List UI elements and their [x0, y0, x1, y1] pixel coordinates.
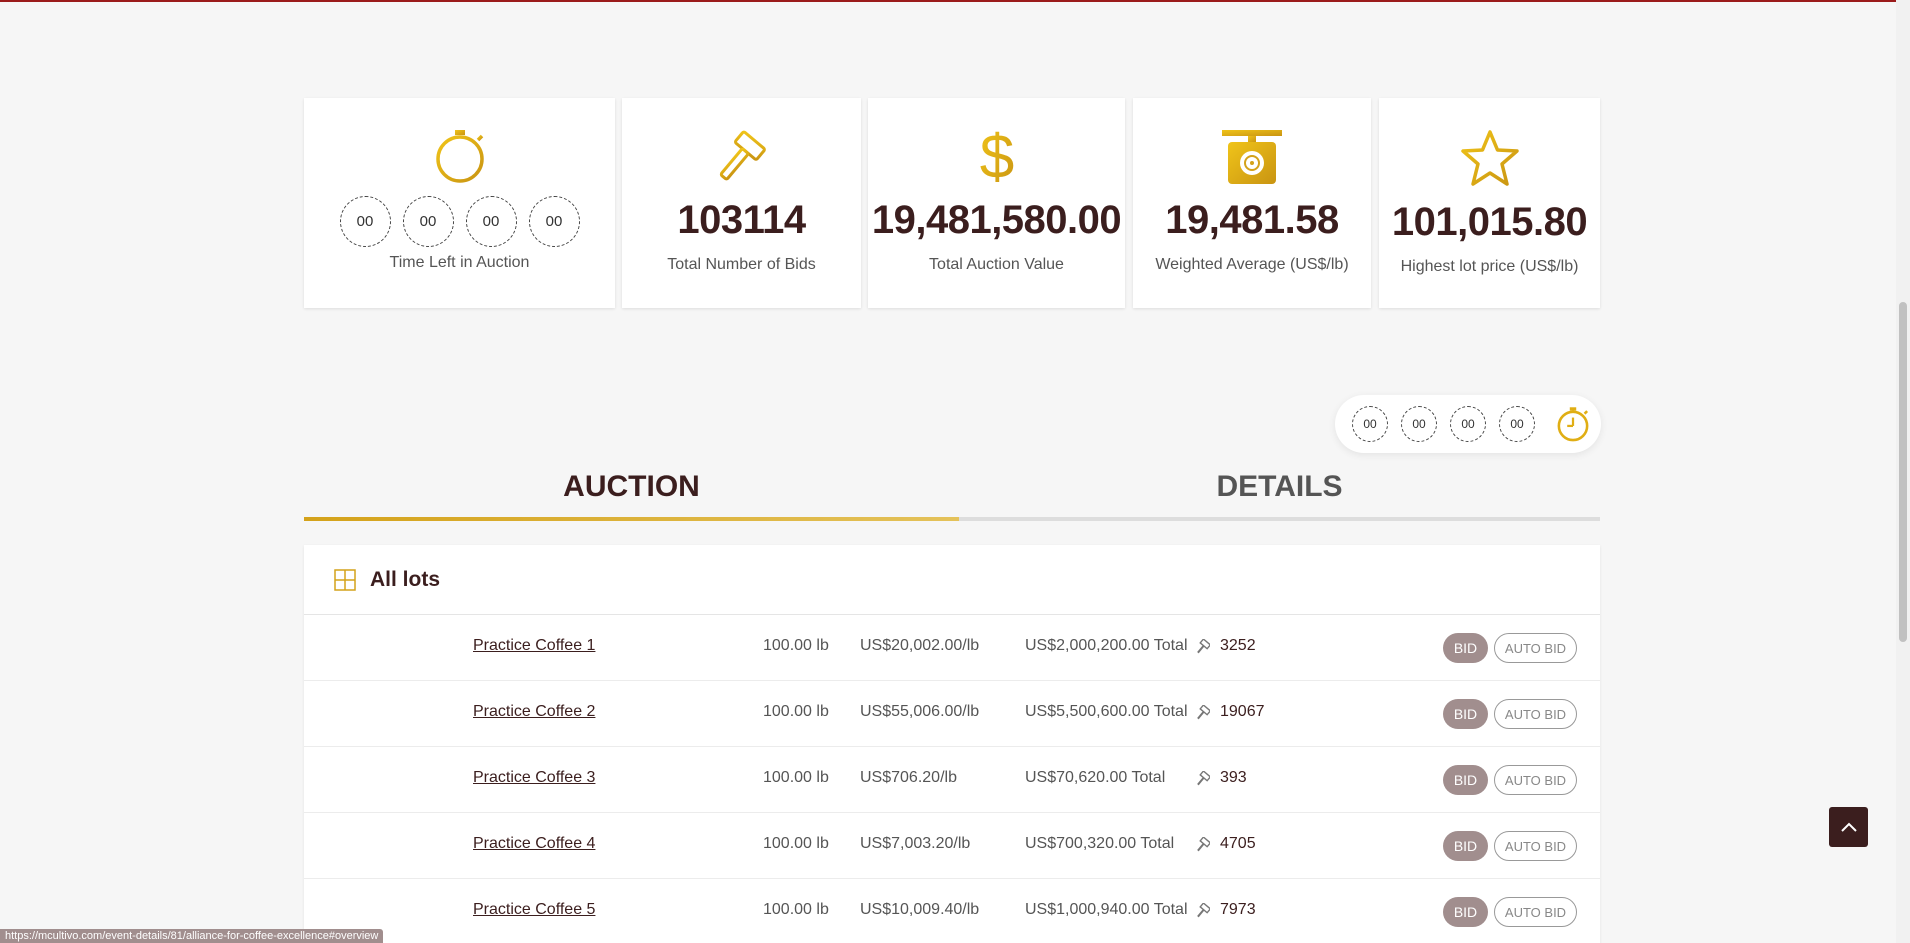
lot-total: US$5,500,600.00 Total [1025, 703, 1188, 720]
countdown-hours: 00 [402, 196, 454, 247]
lot-name-link[interactable]: Practice Coffee 5 [473, 901, 595, 919]
page-scrollbar[interactable] [1896, 0, 1910, 943]
star-icon [1459, 128, 1521, 193]
gavel-icon [1194, 902, 1212, 924]
scale-icon [1220, 128, 1284, 191]
bid-button[interactable]: BID [1443, 897, 1488, 927]
gavel-icon [1194, 836, 1212, 858]
auto-bid-button[interactable]: AUTO BID [1494, 897, 1577, 927]
gavel-icon [1194, 638, 1212, 660]
mini-countdown-minutes: 00 [1450, 406, 1486, 442]
auto-bid-button[interactable]: AUTO BID [1494, 765, 1577, 795]
stopwatch-icon [1556, 406, 1590, 442]
stat-value: 19,481,580.00 [871, 198, 1122, 242]
lots-panel-title: All lots [370, 567, 441, 591]
tab-details[interactable]: DETAILS [959, 462, 1600, 520]
bid-button[interactable]: BID [1443, 633, 1488, 663]
stat-value: 101,015.80 [1391, 200, 1588, 244]
bid-button[interactable]: BID [1443, 831, 1488, 861]
gavel-icon [1194, 704, 1212, 726]
mini-countdown: 00 00 00 00 [1335, 395, 1601, 453]
stat-value: 103114 [677, 198, 806, 242]
countdown-seconds: 00 [528, 196, 580, 247]
lot-weight: 100.00 lb [763, 703, 829, 720]
lot-total: US$2,000,200.00 Total [1025, 637, 1188, 654]
lot-weight: 100.00 lb [763, 637, 829, 654]
lot-price: US$10,009.40/lb [860, 901, 980, 918]
lot-bid-count: 4705 [1220, 835, 1256, 852]
mini-countdown-seconds: 00 [1499, 406, 1535, 442]
lots-panel: All lots Practice Coffee 1 100.00 lb US$… [304, 545, 1600, 943]
lot-total: US$70,620.00 Total [1025, 769, 1166, 786]
lot-price: US$55,006.00/lb [860, 703, 980, 720]
lot-price: US$706.20/lb [860, 769, 957, 786]
lot-price: US$7,003.20/lb [860, 835, 971, 852]
chevron-up-icon [1840, 822, 1857, 832]
tab-auction[interactable]: AUCTION [304, 462, 959, 520]
lot-bid-count: 393 [1220, 769, 1247, 786]
auto-bid-button[interactable]: AUTO BID [1494, 699, 1577, 729]
lot-bid-count: 19067 [1220, 703, 1265, 720]
scrollbar-thumb[interactable] [1899, 302, 1907, 642]
gavel-icon [712, 128, 772, 191]
countdown-days: 00 [339, 196, 391, 247]
stat-label: Time Left in Auction [389, 254, 530, 271]
stat-time-left: 00 00 00 00 Time Left in Auction [304, 98, 615, 308]
lot-row: Practice Coffee 2 100.00 lb US$55,006.00… [304, 681, 1600, 747]
lot-bid-count: 3252 [1220, 637, 1256, 654]
stat-label: Total Auction Value [929, 256, 1064, 273]
status-bar-url: https://mcultivo.com/event-details/81/al… [0, 929, 384, 943]
lot-name-link[interactable]: Practice Coffee 1 [473, 637, 595, 655]
lot-name-link[interactable]: Practice Coffee 2 [473, 703, 595, 721]
dollar-icon: $ [977, 123, 1017, 192]
auction-tabs: AUCTION DETAILS [304, 462, 1600, 522]
lots-panel-header: All lots [304, 545, 1600, 615]
mini-countdown-days: 00 [1352, 406, 1388, 442]
lot-row: Practice Coffee 3 100.00 lb US$706.20/lb… [304, 747, 1600, 813]
top-accent-line [0, 0, 1910, 2]
stat-value: 19,481.58 [1165, 198, 1339, 242]
bid-button[interactable]: BID [1443, 765, 1488, 795]
lot-name-link[interactable]: Practice Coffee 3 [473, 769, 595, 787]
lot-row: Practice Coffee 5 100.00 lb US$10,009.40… [304, 879, 1600, 943]
stat-label: Total Number of Bids [667, 256, 816, 273]
countdown-minutes: 00 [465, 196, 517, 247]
stat-highest-lot-price: 101,015.80 Highest lot price (US$/lb) [1379, 98, 1600, 308]
gavel-icon [1194, 770, 1212, 792]
stat-label: Highest lot price (US$/lb) [1400, 258, 1579, 275]
lot-row: Practice Coffee 4 100.00 lb US$7,003.20/… [304, 813, 1600, 879]
grid-icon [334, 568, 356, 591]
lot-name-link[interactable]: Practice Coffee 4 [473, 835, 595, 853]
stat-weighted-average: 19,481.58 Weighted Average (US$/lb) [1133, 98, 1371, 308]
lot-total: US$1,000,940.00 Total [1025, 901, 1188, 918]
auction-stats: 00 00 00 00 Time Left in Auction 103114 … [304, 98, 1600, 314]
bid-button[interactable]: BID [1443, 699, 1488, 729]
lot-bid-count: 7973 [1220, 901, 1256, 918]
lot-weight: 100.00 lb [763, 835, 829, 852]
svg-text:$: $ [979, 126, 1013, 186]
auto-bid-button[interactable]: AUTO BID [1494, 633, 1577, 663]
lot-row: Practice Coffee 1 100.00 lb US$20,002.00… [304, 615, 1600, 681]
back-to-top-button[interactable] [1829, 807, 1868, 847]
lot-weight: 100.00 lb [763, 769, 829, 786]
countdown: 00 00 00 00 [304, 196, 615, 247]
stat-label: Weighted Average (US$/lb) [1155, 256, 1349, 273]
lot-price: US$20,002.00/lb [860, 637, 980, 654]
lot-weight: 100.00 lb [763, 901, 829, 918]
stat-total-bids: 103114 Total Number of Bids [622, 98, 861, 308]
auto-bid-button[interactable]: AUTO BID [1494, 831, 1577, 861]
stopwatch-icon [434, 128, 486, 189]
lot-total: US$700,320.00 Total [1025, 835, 1175, 852]
mini-countdown-hours: 00 [1401, 406, 1437, 442]
stat-total-value: $ 19,481,580.00 Total Auction Value [868, 98, 1125, 308]
